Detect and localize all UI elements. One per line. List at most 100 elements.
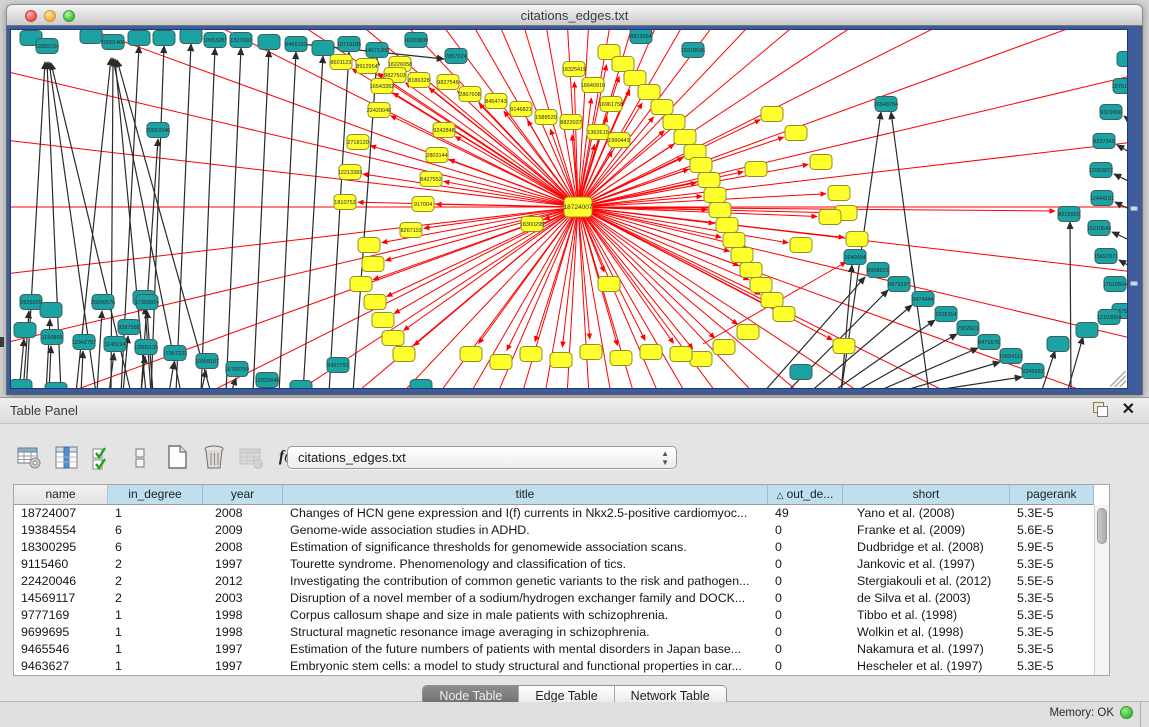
graph-node[interactable]: 16782759 <box>225 362 249 377</box>
graph-node[interactable]: 1588520 <box>535 110 557 125</box>
graph-node[interactable] <box>709 203 731 218</box>
graph-node[interactable] <box>312 41 334 56</box>
graph-node[interactable] <box>731 248 753 263</box>
table-row[interactable]: 2242004622012Investigating the contribut… <box>14 573 1109 590</box>
graph-node[interactable] <box>490 355 512 370</box>
graph-node[interactable]: 9146821 <box>510 102 532 117</box>
graph-node[interactable]: 1145194 <box>104 337 126 352</box>
graph-node[interactable]: 9457791 <box>327 358 349 373</box>
graph-node[interactable] <box>761 293 783 308</box>
graph-node[interactable]: 9329966 <box>1100 105 1122 120</box>
graph-node[interactable] <box>716 218 738 233</box>
column-visibility-icon[interactable] <box>53 444 79 470</box>
graph-node[interactable] <box>740 263 762 278</box>
graph-node[interactable] <box>612 57 634 72</box>
graph-node[interactable]: 16033809 <box>404 33 428 48</box>
graph-node[interactable]: 6466160 <box>285 37 307 52</box>
graph-node[interactable]: 20206576 <box>91 295 115 310</box>
graph-node[interactable] <box>550 353 572 368</box>
graph-node[interactable] <box>598 277 620 292</box>
hub-node[interactable]: 18724007 <box>564 197 593 217</box>
graph-node[interactable] <box>180 30 202 44</box>
new-column-icon[interactable] <box>164 444 190 470</box>
graph-node[interactable] <box>610 351 632 366</box>
table-row[interactable]: 946362711997Embryonic stem cells: a mode… <box>14 658 1109 675</box>
graph-node[interactable] <box>663 115 685 130</box>
graph-node[interactable]: 9397588 <box>118 320 140 335</box>
graph-node[interactable]: 22420046 <box>367 103 391 118</box>
graph-node[interactable] <box>1047 337 1069 352</box>
graph-node[interactable] <box>624 71 646 86</box>
graph-node[interactable] <box>45 383 67 389</box>
graph-node[interactable] <box>128 31 150 46</box>
graph-node[interactable] <box>350 277 372 292</box>
graph-node[interactable]: 14671358 <box>365 43 389 58</box>
float-window-icon[interactable] <box>1093 402 1108 417</box>
graph-node[interactable]: 16640910 <box>581 78 605 93</box>
graph-node[interactable]: 19218596 <box>681 43 705 58</box>
graph-node[interactable]: 10958107 <box>195 354 219 369</box>
graph-node[interactable]: 917004 <box>412 197 434 212</box>
graph-node[interactable]: 13505135 <box>134 340 158 355</box>
graph-node[interactable]: 9474444 <box>912 292 934 307</box>
graph-node[interactable]: 8958923 <box>867 263 889 278</box>
graph-node[interactable] <box>520 347 542 362</box>
column-header-out_degree[interactable]: △out_de... <box>768 485 843 505</box>
close-panel-icon[interactable]: ✕ <box>1122 402 1135 417</box>
graph-node[interactable]: 17957223 <box>163 346 187 361</box>
table-row[interactable]: 1938455462009Genome-wide association stu… <box>14 522 1109 539</box>
graph-node[interactable]: 2718120 <box>347 135 369 150</box>
column-header-in_degree[interactable]: in_degree <box>108 485 203 505</box>
graph-node[interactable]: 1810753 <box>334 195 356 210</box>
graph-node[interactable]: 10719185 <box>337 37 361 52</box>
graph-node[interactable]: 1990443 <box>608 133 630 148</box>
graph-node[interactable]: 17016504 <box>1103 277 1127 292</box>
graph-node[interactable] <box>674 130 696 145</box>
delete-column-icon[interactable] <box>201 444 227 470</box>
graph-node[interactable]: 8813054 <box>630 30 652 44</box>
scrollbar-thumb[interactable] <box>1097 508 1107 544</box>
table-row[interactable]: 946554611997Estimation of the future num… <box>14 641 1109 658</box>
graph-node[interactable] <box>723 233 745 248</box>
graph-node[interactable] <box>362 257 384 272</box>
graph-node[interactable] <box>750 278 772 293</box>
graph-node[interactable]: 1327002 <box>230 33 252 48</box>
table-row[interactable]: 1456911722003Disruption of a novel membe… <box>14 590 1109 607</box>
graph-node[interactable]: 8186328 <box>408 73 430 88</box>
graph-node[interactable] <box>11 380 32 389</box>
graph-node[interactable]: 2526005 <box>20 295 42 310</box>
graph-node[interactable]: 16543382 <box>370 79 394 94</box>
graph-node[interactable] <box>40 303 62 318</box>
graph-node[interactable]: 9242848 <box>433 123 455 138</box>
graph-node[interactable]: 16210643 <box>1087 221 1111 236</box>
table-scrollbar[interactable] <box>1094 505 1109 675</box>
graph-node[interactable] <box>153 31 175 46</box>
graph-node[interactable] <box>580 345 602 360</box>
graph-node[interactable] <box>1076 323 1098 338</box>
network-canvas[interactable]: 1935572420691406106532871327002646616010… <box>11 30 1127 388</box>
graph-node[interactable]: 1640954 <box>844 250 866 265</box>
graph-node[interactable] <box>810 155 832 170</box>
table-row[interactable]: 1830029562008Estimation of significance … <box>14 539 1109 556</box>
table-row[interactable]: 1872400712008Changes of HCN gene express… <box>14 505 1109 522</box>
column-header-pagerank[interactable]: pagerank <box>1010 485 1094 505</box>
graph-node[interactable] <box>819 210 841 225</box>
graph-node[interactable] <box>704 188 726 203</box>
column-header-name[interactable]: name <box>14 485 108 505</box>
graph-node[interactable]: 1156869 <box>41 330 63 345</box>
graph-node[interactable] <box>846 232 868 247</box>
graph-node[interactable] <box>713 340 735 355</box>
close-window-icon[interactable] <box>25 10 37 22</box>
column-header-title[interactable]: title <box>283 485 768 505</box>
graph-node[interactable]: 18325419 <box>562 62 586 77</box>
graph-node[interactable]: 7932621 <box>957 321 979 336</box>
graph-node[interactable]: 8215955 <box>1058 207 1080 222</box>
graph-node[interactable]: 15692971 <box>1094 249 1118 264</box>
table-mode-icon[interactable] <box>16 444 42 470</box>
column-header-year[interactable]: year <box>203 485 283 505</box>
graph-node[interactable]: 12103054 <box>1097 310 1121 325</box>
row-selection-icon[interactable] <box>90 444 116 470</box>
graph-node[interactable]: 15751074 <box>1112 79 1127 94</box>
resize-grip-icon[interactable] <box>1110 371 1126 387</box>
graph-node[interactable] <box>393 347 415 362</box>
